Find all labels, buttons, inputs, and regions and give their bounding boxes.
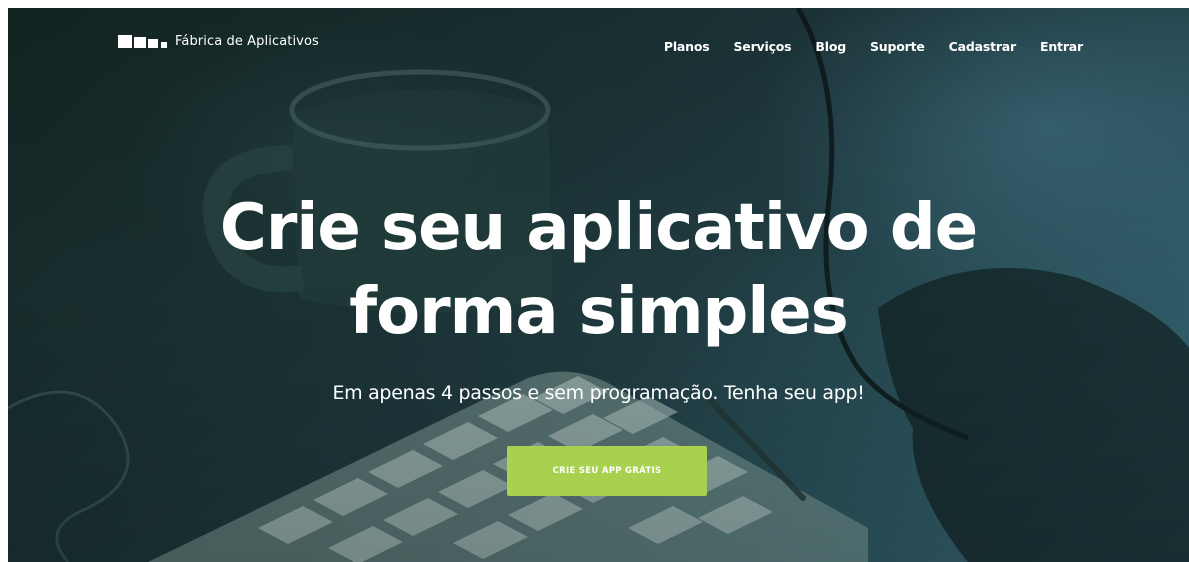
hero-headline-line-2: forma simples bbox=[349, 275, 849, 349]
nav-item-cadastrar[interactable]: Cadastrar bbox=[949, 39, 1017, 54]
brand-name: Fábrica de Aplicativos bbox=[175, 34, 319, 49]
nav-item-planos[interactable]: Planos bbox=[664, 39, 710, 54]
hero-headline-line-1: Crie seu aplicativo de bbox=[219, 191, 978, 265]
three-squares-logo-icon bbox=[118, 35, 167, 48]
hero-section: Fábrica de Aplicativos Planos Serviços B… bbox=[8, 8, 1189, 562]
nav-item-entrar[interactable]: Entrar bbox=[1040, 39, 1083, 54]
brand-logo[interactable]: Fábrica de Aplicativos bbox=[118, 34, 319, 49]
nav-item-servicos[interactable]: Serviços bbox=[734, 39, 792, 54]
nav-item-blog[interactable]: Blog bbox=[815, 39, 846, 54]
create-app-free-button[interactable]: CRIE SEU APP GRÁTIS bbox=[507, 446, 707, 496]
nav-item-suporte[interactable]: Suporte bbox=[870, 39, 925, 54]
hero-headline: Crie seu aplicativo de forma simples bbox=[8, 186, 1189, 354]
main-nav: Planos Serviços Blog Suporte Cadastrar E… bbox=[664, 39, 1083, 54]
page: Fábrica de Aplicativos Planos Serviços B… bbox=[0, 0, 1189, 562]
hero-subtitle: Em apenas 4 passos e sem programação. Te… bbox=[332, 382, 865, 404]
